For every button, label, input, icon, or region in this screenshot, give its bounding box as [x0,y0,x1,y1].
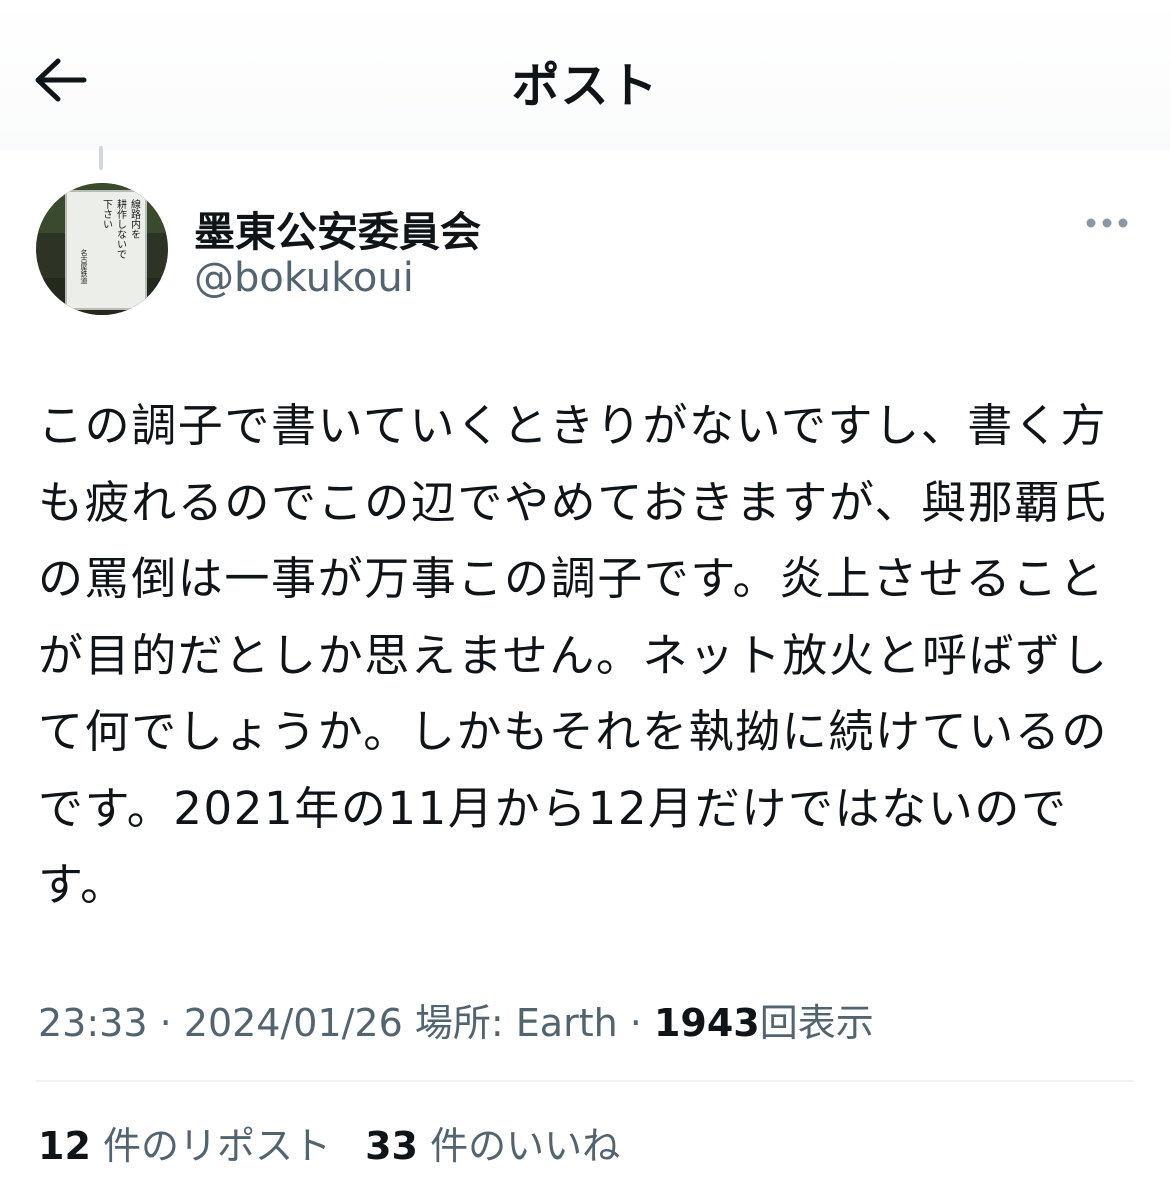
tweet-location[interactable]: 場所: Earth [415,1001,618,1045]
more-options-button[interactable] [1078,208,1136,238]
avatar-sign-footer: 名古屋鉄道 [80,248,88,285]
tweet-text: この調子で書いていくときりがないですし、書く方 も疲れるのでこの辺でやめておきます… [38,388,1138,924]
likes-label: 件のいいね [430,1124,621,1168]
more-horizontal-icon [1086,218,1128,228]
author-handle[interactable]: @bokukoui [194,255,414,301]
view-count: 1943 [653,1001,760,1045]
reposts-count: 12 [38,1124,91,1168]
engagement-stats: 12 件のリポスト 33 件のいいね [38,1115,620,1170]
avatar-sign-line-1: 線路内を [129,198,141,239]
tweet-line: の罵倒は一事が万事この調子です。炎上させること [38,552,1106,605]
likes-stat[interactable]: 33 件のいいね [365,1115,620,1170]
likes-count: 33 [365,1124,418,1168]
tweet-line: この調子で書いていくときりがないですし、書く方 [38,399,1108,452]
meta-separator: · [617,1001,654,1045]
tweet-meta: 23:33 · 2024/01/26 場所: Earth · 1943回表示 [38,992,874,1047]
header-bar: ポスト [0,0,1170,150]
avatar-sign-line-3: 下さい [101,199,113,229]
tweet-line: も疲れるのでこの辺でやめておきますが、與那覇氏 [38,475,1108,529]
tweet-line: です。2021年の11月から12月だけではないので [38,781,1068,835]
avatar[interactable]: 線路内を 耕作しないで 下さい 名古屋鉄道 [36,183,168,315]
tweet-line: て何でしょうか。しかもそれを執拗に続けているの [38,705,1109,758]
reposts-stat[interactable]: 12 件のリポスト [38,1115,331,1170]
tweet-time[interactable]: 23:33 [38,1001,148,1045]
tweet-line: が目的だとしか思えません。ネット放火と呼ばずし [38,628,1109,682]
tweet-date[interactable]: 2024/01/26 [184,1001,403,1045]
author-display-name[interactable]: 墨東公安委員会 [194,198,481,258]
thread-connector-line [99,146,103,170]
divider [36,1080,1134,1082]
view-count-label: 回表示 [759,1001,874,1045]
avatar-sign-line-2: 耕作しないで [115,198,127,259]
meta-separator: · [147,1001,184,1045]
reposts-label: 件のリポスト [102,1124,331,1168]
avatar-image: 線路内を 耕作しないで 下さい 名古屋鉄道 [36,183,168,315]
tweet-line: す。 [38,858,127,911]
page-title: ポスト [511,58,659,114]
